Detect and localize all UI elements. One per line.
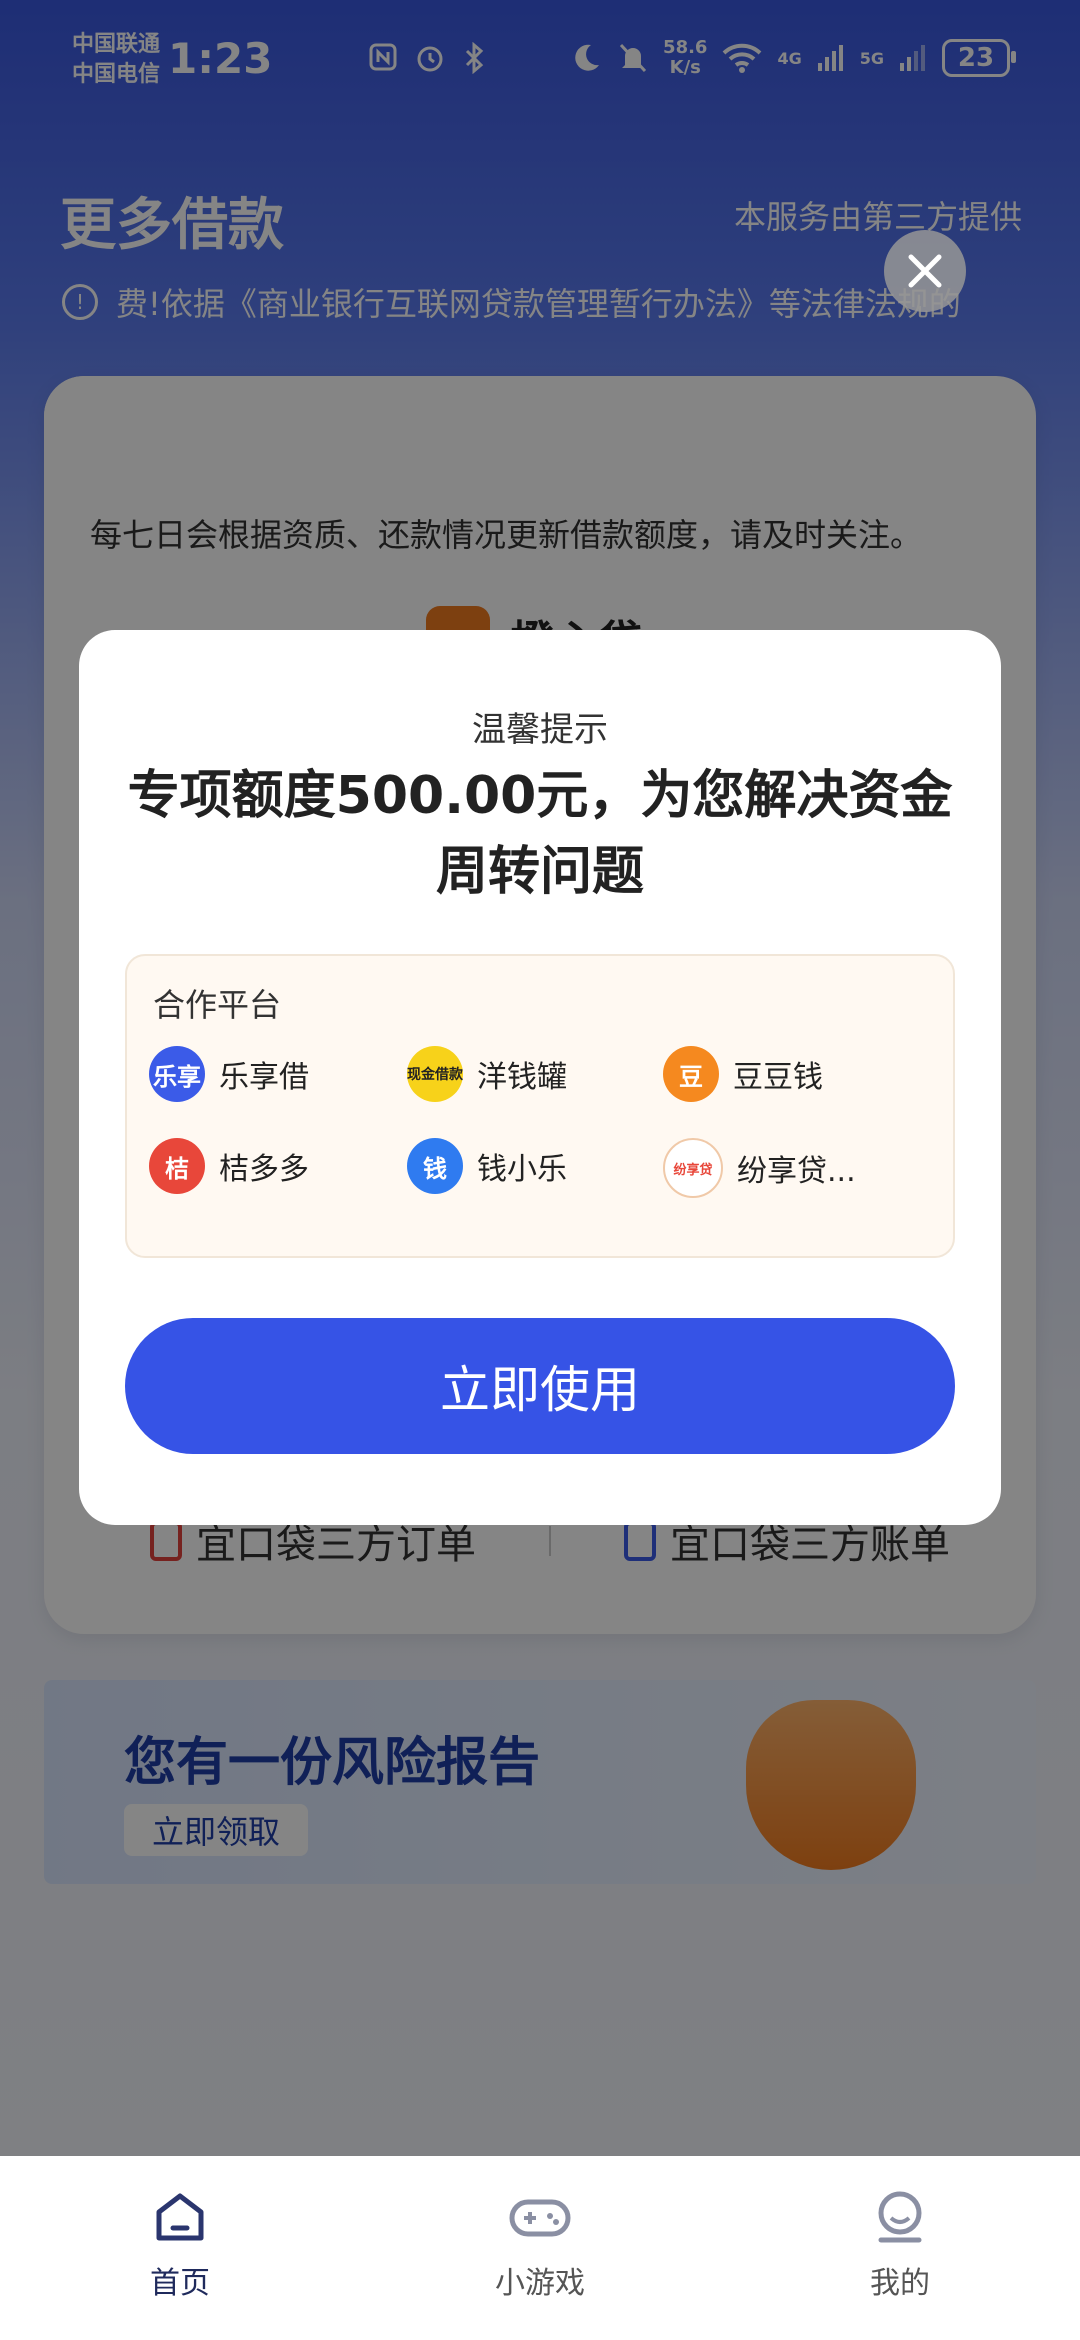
partner-item: 豆 豆豆钱 <box>663 1046 913 1102</box>
partner-item: 钱 钱小乐 <box>407 1138 657 1194</box>
close-button[interactable] <box>884 230 966 312</box>
partner-item: 纷享贷 纷享贷... <box>663 1138 913 1198</box>
close-icon <box>908 254 942 288</box>
tip-dialog: 温馨提示 专项额度500.00元，为您解决资金周转问题 合作平台 乐享 乐享借 … <box>79 630 1001 1525</box>
use-now-button[interactable]: 立即使用 <box>125 1318 955 1454</box>
qianxiaole-logo-icon: 钱 <box>407 1138 463 1194</box>
nav-games[interactable]: 小游戏 <box>360 2156 720 2340</box>
partner-name: 豆豆钱 <box>733 1060 823 1095</box>
partner-name: 乐享借 <box>219 1060 309 1095</box>
profile-icon <box>878 2191 922 2243</box>
gamepad-icon <box>509 2199 571 2237</box>
partner-name: 纷享贷... <box>737 1154 856 1189</box>
juduoduo-logo-icon: 桔 <box>149 1138 205 1194</box>
partner-item: 现金借款 洋钱罐 <box>407 1046 657 1102</box>
nav-mine-label: 我的 <box>870 2266 930 2301</box>
lexiangjie-logo-icon: 乐享 <box>149 1046 205 1102</box>
fenxiangdai-logo-icon: 纷享贷 <box>663 1138 723 1198</box>
partners-label: 合作平台 <box>153 986 282 1024</box>
nav-games-label: 小游戏 <box>495 2266 585 2301</box>
dialog-title: 专项额度500.00元，为您解决资金周转问题 <box>127 766 953 902</box>
partner-name: 钱小乐 <box>477 1152 567 1187</box>
bottom-nav: 首页 小游戏 我的 <box>0 2156 1080 2340</box>
nav-home-label: 首页 <box>150 2266 210 2301</box>
yangqianguan-logo-icon: 现金借款 <box>407 1046 463 1102</box>
partner-platforms: 合作平台 乐享 乐享借 现金借款 洋钱罐 豆 豆豆钱 桔 桔多多 钱 钱小乐 纷… <box>125 954 955 1258</box>
home-icon <box>156 2193 204 2241</box>
dialog-subtitle: 温馨提示 <box>472 710 608 750</box>
partner-item: 乐享 乐享借 <box>149 1046 399 1102</box>
nav-mine[interactable]: 我的 <box>720 2156 1080 2340</box>
partner-name: 洋钱罐 <box>477 1060 567 1095</box>
partner-name: 桔多多 <box>219 1152 309 1187</box>
doudouqian-logo-icon: 豆 <box>663 1046 719 1102</box>
partner-item: 桔 桔多多 <box>149 1138 399 1194</box>
nav-home[interactable]: 首页 <box>0 2156 360 2340</box>
